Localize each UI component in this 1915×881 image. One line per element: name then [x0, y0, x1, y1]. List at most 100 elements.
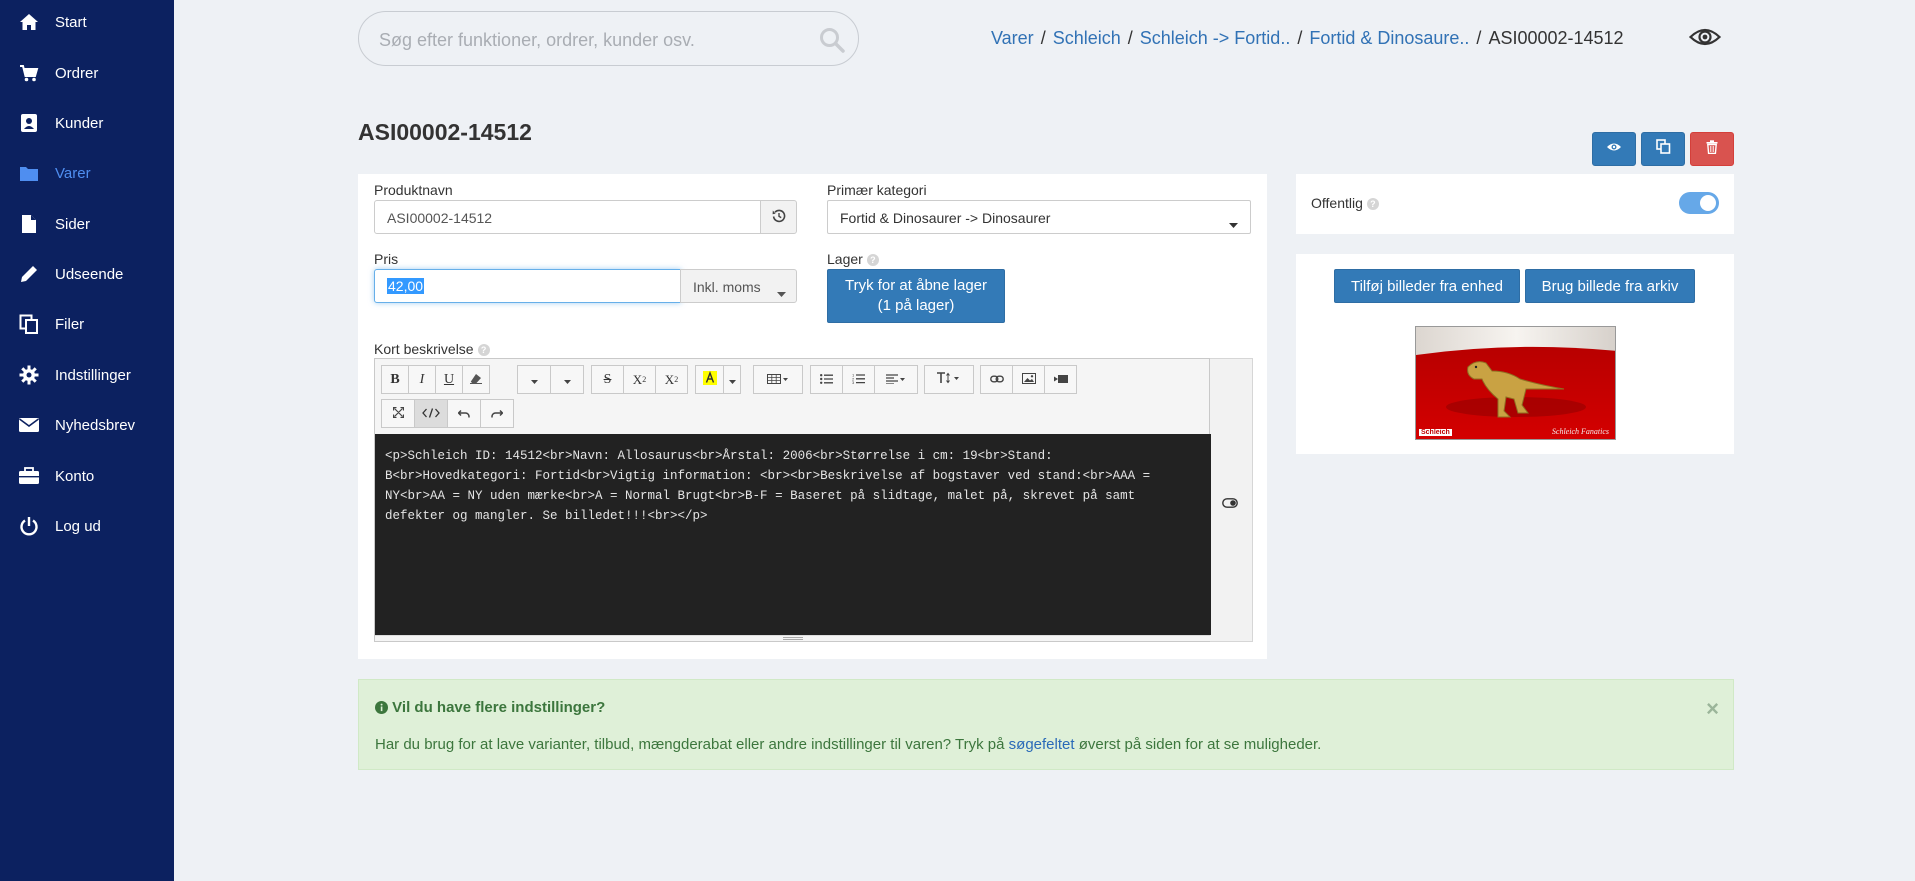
bold-button[interactable]: B [381, 365, 409, 394]
subscript-button[interactable]: X2 [655, 365, 688, 394]
sidebar-item-sider[interactable]: Sider [0, 202, 174, 246]
reset-name-button[interactable] [760, 200, 797, 234]
briefcase-icon [15, 465, 43, 487]
search-field-link[interactable]: søgefeltet [1009, 736, 1075, 753]
more-settings-alert: Vil du have flere indstillinger? Har du … [358, 679, 1734, 770]
highlight-color-dropdown[interactable] [723, 365, 741, 394]
view-button[interactable] [1592, 132, 1636, 166]
product-name-input[interactable]: ASI00002-14512 [374, 200, 761, 234]
picture-icon [1021, 372, 1036, 387]
use-image-from-archive-button[interactable]: Brug billede fra arkiv [1525, 269, 1695, 303]
resize-grip-icon [783, 637, 803, 640]
alert-close-button[interactable]: × [1706, 696, 1719, 722]
sidebar-item-kunder[interactable]: Kunder [0, 101, 174, 145]
delete-button[interactable] [1690, 132, 1734, 166]
list-ul-icon [820, 372, 833, 387]
breadcrumb-link-schleich[interactable]: Schleich [1053, 28, 1121, 48]
public-toggle[interactable] [1679, 192, 1719, 214]
editor-side-panel [1210, 358, 1253, 642]
undo-icon [457, 406, 470, 421]
product-name-label: Produktnavn [374, 182, 453, 198]
redo-button[interactable] [480, 399, 514, 428]
code-editor-textarea[interactable]: <p>Schleich ID: 14512<br>Navn: Allosauru… [375, 434, 1211, 635]
alert-title-row: Vil du have flere indstillinger? [375, 699, 605, 718]
link-icon [989, 372, 1004, 387]
caret-down-icon [563, 372, 571, 387]
sidebar-item-label: Filer [55, 315, 85, 333]
product-thumbnail[interactable]: Schleich Schleich Fanatics [1415, 326, 1616, 440]
align-dropdown[interactable] [874, 365, 918, 394]
add-images-from-device-button[interactable]: Tilføj billeder fra enhed [1334, 269, 1520, 303]
underline-button[interactable]: U [435, 365, 463, 394]
highlight-color-button[interactable] [695, 365, 724, 394]
product-name-value: ASI00002-14512 [387, 210, 493, 226]
thumbnail-logo: Schleich [1419, 429, 1452, 436]
sidebar-item-udseende[interactable]: Udseende [0, 252, 174, 296]
sidebar-item-label: Kunder [55, 114, 104, 132]
sidebar-item-varer[interactable]: Varer [0, 151, 174, 195]
trash-icon [1706, 139, 1718, 159]
copy-button[interactable] [1641, 132, 1685, 166]
font-style-dropdown[interactable] [517, 365, 551, 394]
copy-icon [1655, 139, 1671, 159]
search-input[interactable] [379, 28, 799, 52]
clear-format-button[interactable] [462, 365, 490, 394]
alert-title: Vil du have flere indstillinger? [392, 699, 606, 716]
help-icon: ? [866, 254, 879, 266]
price-value: 42,00 [387, 278, 425, 294]
breadcrumb-link-fortid[interactable]: Schleich -> Fortid.. [1140, 28, 1291, 48]
sidebar-item-indstillinger[interactable]: Indstillinger [0, 353, 174, 397]
search-icon[interactable] [818, 26, 846, 54]
superscript-button[interactable]: X2 [623, 365, 656, 394]
breadcrumb-link-dinosaurer[interactable]: Fortid & Dinosaure.. [1309, 28, 1469, 48]
envelope-icon [15, 414, 43, 436]
breadcrumb-link-varer[interactable]: Varer [991, 28, 1034, 48]
toggle-icon[interactable] [1222, 495, 1238, 513]
sidebar-item-log-ud[interactable]: Log ud [0, 504, 174, 548]
svg-text:3: 3 [852, 380, 855, 384]
table-icon [767, 372, 789, 387]
folder-icon [15, 162, 43, 184]
text-color-icon [702, 370, 717, 388]
sidebar-item-label: Konto [55, 467, 95, 485]
alert-body-after: øverst på siden for at se muligheder. [1074, 736, 1322, 753]
strikethrough-button[interactable]: S [591, 365, 624, 394]
info-circle-icon [375, 701, 388, 718]
code-view-button[interactable] [414, 399, 448, 428]
price-label: Pris [374, 251, 399, 267]
link-button[interactable] [980, 365, 1013, 394]
sidebar-item-label: Nyhedsbrev [55, 416, 136, 434]
contact-icon [15, 112, 43, 134]
sidebar-item-label: Indstillinger [55, 366, 131, 384]
undo-button[interactable] [447, 399, 481, 428]
sidebar-item-start[interactable]: Start [0, 0, 174, 44]
image-button[interactable] [1012, 365, 1045, 394]
bullet-list-button[interactable] [810, 365, 843, 394]
cart-icon [15, 62, 43, 84]
ordered-list-button[interactable]: 123 [842, 365, 875, 394]
editor-resize-bar[interactable] [375, 635, 1210, 641]
video-button[interactable] [1044, 365, 1077, 394]
sidebar-item-filer[interactable]: Filer [0, 302, 174, 346]
preview-eye-icon[interactable] [1688, 25, 1722, 49]
fullscreen-button[interactable] [381, 399, 415, 428]
font-size-dropdown[interactable] [550, 365, 584, 394]
sidebar-item-ordrer[interactable]: Ordrer [0, 51, 174, 95]
pencil-icon [15, 263, 43, 285]
primary-category-select[interactable]: Fortid & Dinosaurer -> Dinosaurer [827, 200, 1251, 234]
table-button[interactable] [753, 365, 803, 394]
open-stock-button[interactable]: Tryk for at åbne lager (1 på lager) [827, 269, 1005, 323]
italic-button[interactable]: I [408, 365, 436, 394]
sidebar-item-label: Sider [55, 215, 91, 233]
thumbnail-caption: Schleich Fanatics [1551, 427, 1609, 436]
sidebar-item-konto[interactable]: Konto [0, 454, 174, 498]
caret-down-icon [777, 284, 786, 300]
line-height-dropdown[interactable] [924, 365, 974, 394]
sidebar-item-nyhedsbrev[interactable]: Nyhedsbrev [0, 403, 174, 447]
price-input[interactable]: 42,00 [374, 269, 681, 303]
vat-dropdown[interactable]: Inkl. moms [680, 269, 797, 303]
short-description-label-group: Kort beskrivelse? [374, 341, 490, 357]
vat-dropdown-label: Inkl. moms [693, 279, 761, 295]
text-height-icon [936, 372, 962, 387]
redo-icon [491, 406, 504, 421]
